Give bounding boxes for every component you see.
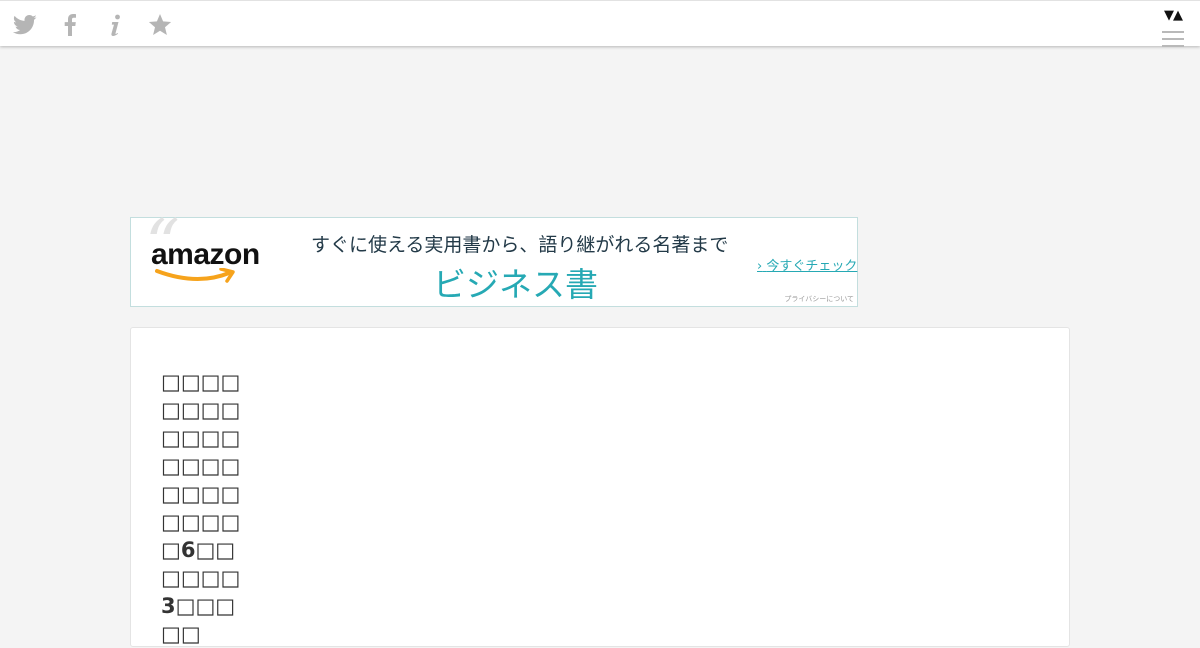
ad-category: ビジネス書 [433, 265, 598, 304]
amazon-ad-banner[interactable]: “ amazon すぐに使える実用書から、語り継がれる名著まで ビジネス書 › … [130, 212, 858, 307]
hamburger-menu-icon[interactable] [1162, 31, 1184, 47]
amazon-logo: amazon [151, 238, 269, 286]
content-card: □□□□□□□□□□□□□□□□□□□□□□□□□6□□□□□□3□□□□□ [130, 327, 1070, 647]
article-title: □□□□□□□□□□□□□□□□□□□□□□□□□6□□□□□□3□□□□□ [161, 370, 241, 646]
toggle-arrows-icon[interactable]: ▼▲ [1160, 9, 1186, 22]
ad-privacy-link[interactable]: プライバシーについて [784, 294, 854, 304]
menu-area: ▼▲ [1160, 9, 1186, 47]
ad-cta-label: 今すぐチェック [766, 259, 858, 274]
top-toolbar: ▼▲ [0, 0, 1200, 47]
twitter-icon[interactable] [13, 13, 37, 37]
ad-headline: すぐに使える実用書から、語り継がれる名著まで [311, 234, 729, 256]
facebook-icon[interactable] [58, 13, 82, 37]
info-icon[interactable] [103, 13, 127, 37]
ad-cta-link[interactable]: › 今すぐチェック [757, 255, 857, 274]
star-icon[interactable] [148, 13, 172, 37]
chevron-right-icon: › [757, 259, 763, 274]
amazon-logo-text: amazon [151, 238, 260, 271]
amazon-smile-icon [155, 268, 235, 283]
